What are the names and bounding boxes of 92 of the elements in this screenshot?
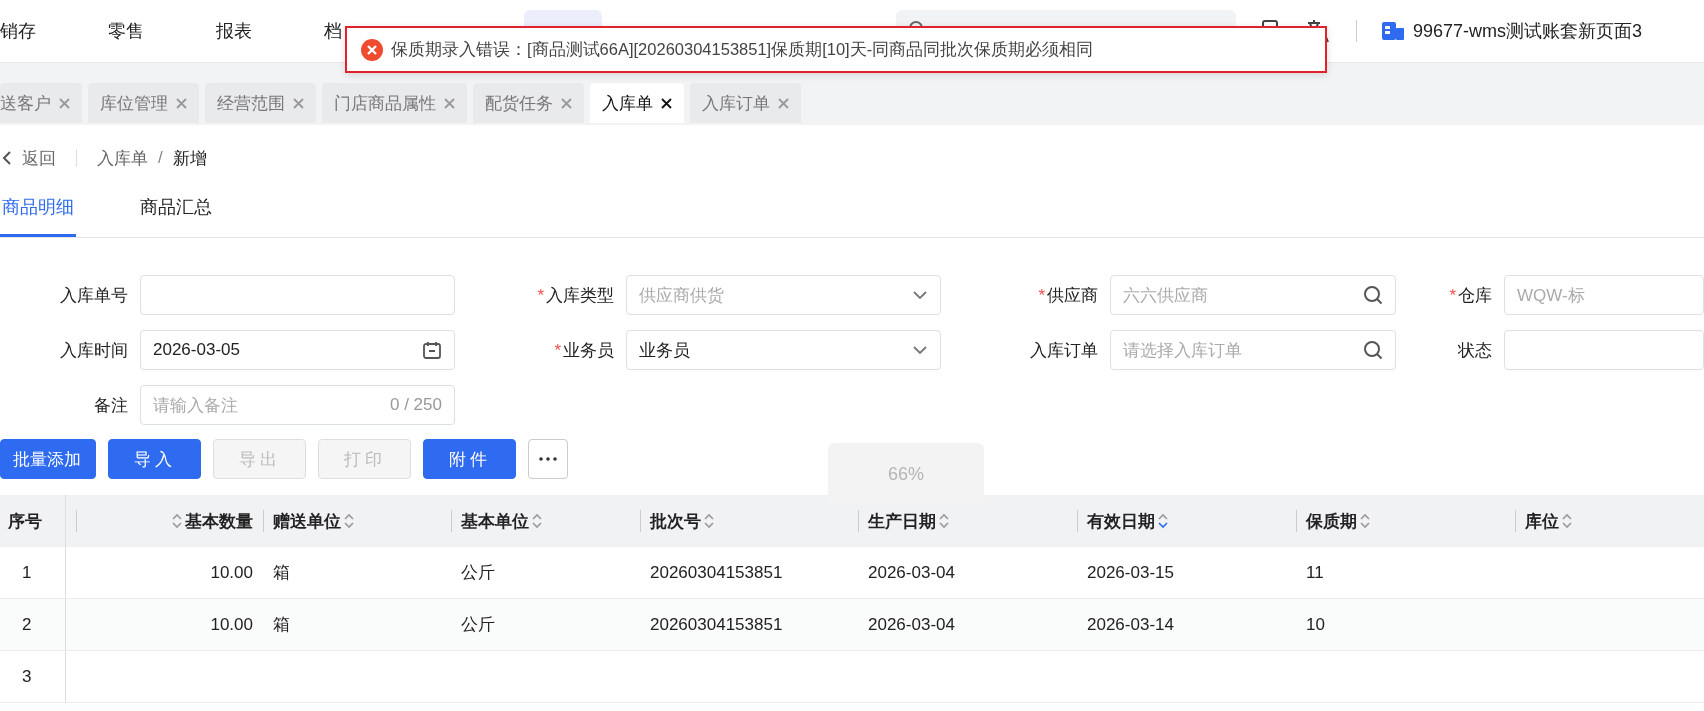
- nav-item[interactable]: 档: [324, 19, 342, 43]
- sort-icon[interactable]: [704, 513, 714, 529]
- page-tab[interactable]: 送客户: [0, 83, 82, 123]
- chevron-down-icon: [912, 345, 928, 355]
- input-field[interactable]: [140, 275, 455, 315]
- sort-icon[interactable]: [1360, 513, 1370, 529]
- tab-label[interactable]: 入库订单: [702, 91, 770, 115]
- sort-icon[interactable]: [939, 513, 949, 529]
- column-header: 有效日期: [1087, 510, 1155, 533]
- nav-item[interactable]: 报表: [216, 19, 252, 43]
- field-label: *入库类型: [536, 284, 615, 307]
- table-cell-text: 箱: [273, 562, 290, 584]
- tab-label[interactable]: 送客户: [0, 91, 51, 115]
- section-tab[interactable]: 商品汇总: [138, 185, 214, 237]
- breadcrumb-item: 新增: [172, 147, 207, 170]
- sort-icon[interactable]: [532, 513, 542, 529]
- sort-icon[interactable]: [1562, 513, 1572, 529]
- column-header: 序号: [8, 510, 42, 533]
- input-field[interactable]: 请选择入库订单: [1110, 330, 1396, 370]
- table-cell: 10: [1306, 614, 1325, 635]
- toolbar-button[interactable]: 附件: [423, 439, 516, 479]
- error-icon: [361, 38, 383, 61]
- section-tab[interactable]: 商品明细: [0, 185, 76, 237]
- column-header: 保质期: [1306, 510, 1357, 533]
- search-icon[interactable]: [1363, 340, 1383, 360]
- table-cell: 20260304153851: [650, 562, 783, 583]
- sort-icon[interactable]: [1158, 513, 1168, 529]
- column-header: 基本单位: [461, 510, 529, 533]
- field-label: 入库时间: [59, 339, 129, 362]
- table-cell: 2026-03-15: [1087, 562, 1174, 583]
- input-field[interactable]: 请输入备注 0 / 250: [140, 385, 455, 425]
- sort-icon[interactable]: [172, 513, 182, 529]
- chevron-down-icon: [912, 290, 928, 300]
- calendar-icon[interactable]: [422, 340, 442, 360]
- table-cell: 2026-03-04: [868, 614, 955, 635]
- table-cell: 1: [22, 562, 32, 583]
- table-cell: 2: [22, 614, 32, 635]
- breadcrumb-separator: /: [158, 148, 163, 168]
- more-button[interactable]: [528, 439, 568, 479]
- column-header: 生产日期: [868, 510, 936, 533]
- input-field[interactable]: 供应商供货: [626, 275, 941, 315]
- ellipsis-icon: [539, 457, 557, 461]
- input-field[interactable]: [1504, 330, 1704, 370]
- input-field[interactable]: 六六供应商: [1110, 275, 1396, 315]
- table-cell: 2026-03-04: [868, 562, 955, 583]
- page-tab[interactable]: 入库单: [590, 83, 684, 123]
- breadcrumb-item[interactable]: 入库单: [97, 146, 148, 170]
- table-cell: 11: [1306, 562, 1324, 583]
- tab-label[interactable]: 配货任务: [485, 91, 553, 115]
- table-cell-text: 公斤: [461, 614, 495, 636]
- close-icon[interactable]: [661, 97, 672, 109]
- account-name[interactable]: 99677-wms测试账套新页面3: [1413, 19, 1643, 43]
- column-header: 批次号: [650, 510, 701, 533]
- toolbar-button[interactable]: 导入: [108, 439, 201, 479]
- nav-item[interactable]: 销存: [0, 19, 36, 43]
- tab-label[interactable]: 入库单: [602, 91, 653, 115]
- error-message: 保质期录入错误：[商品测试66A][20260304153851]保质期[10]天-同商品同批次保质期必须相同: [391, 38, 1094, 60]
- tab-label[interactable]: 门店商品属性: [334, 91, 436, 115]
- column-header: 基本数量: [185, 510, 253, 533]
- field-label: 备注: [93, 394, 129, 417]
- table-cell: 20260304153851: [650, 614, 783, 635]
- page-tab[interactable]: 库位管理: [88, 83, 199, 123]
- input-field[interactable]: 2026-03-05: [140, 330, 455, 370]
- field-label: 入库单号: [59, 284, 129, 307]
- character-counter: 0 / 250: [390, 395, 442, 415]
- table-cell: 10.00: [210, 562, 253, 583]
- toolbar-button[interactable]: 批量添加: [0, 439, 96, 479]
- table-cell-text: 公斤: [461, 562, 495, 584]
- page-tab[interactable]: 配货任务: [473, 83, 584, 123]
- page-tab[interactable]: 入库订单: [690, 83, 801, 123]
- input-field[interactable]: 业务员: [626, 330, 941, 370]
- column-header: 赠送单位: [273, 510, 341, 533]
- book-icon: [1381, 20, 1405, 42]
- sort-icon[interactable]: [344, 513, 354, 529]
- field-label: 状态: [1457, 339, 1493, 362]
- table-cell-text: 箱: [273, 614, 290, 636]
- field-label: *供应商: [1037, 284, 1099, 307]
- input-field[interactable]: WQW-标: [1504, 275, 1704, 315]
- column-header: 库位: [1525, 510, 1559, 533]
- field-label: *仓库: [1448, 284, 1493, 307]
- nav-item[interactable]: 零售: [108, 19, 144, 43]
- table-cell: 3: [22, 666, 32, 687]
- page-tab[interactable]: 门店商品属性: [322, 83, 467, 123]
- field-label: *业务员: [553, 339, 615, 362]
- tab-label[interactable]: 库位管理: [100, 91, 168, 115]
- search-icon[interactable]: [1363, 285, 1383, 305]
- field-label: 入库订单: [1029, 339, 1099, 362]
- table-cell: 2026-03-14: [1087, 614, 1174, 635]
- back-link[interactable]: 返回: [22, 146, 56, 170]
- page-tab[interactable]: 经营范围: [205, 83, 316, 123]
- tab-label[interactable]: 经营范围: [217, 91, 285, 115]
- table-cell: 10.00: [210, 614, 253, 635]
